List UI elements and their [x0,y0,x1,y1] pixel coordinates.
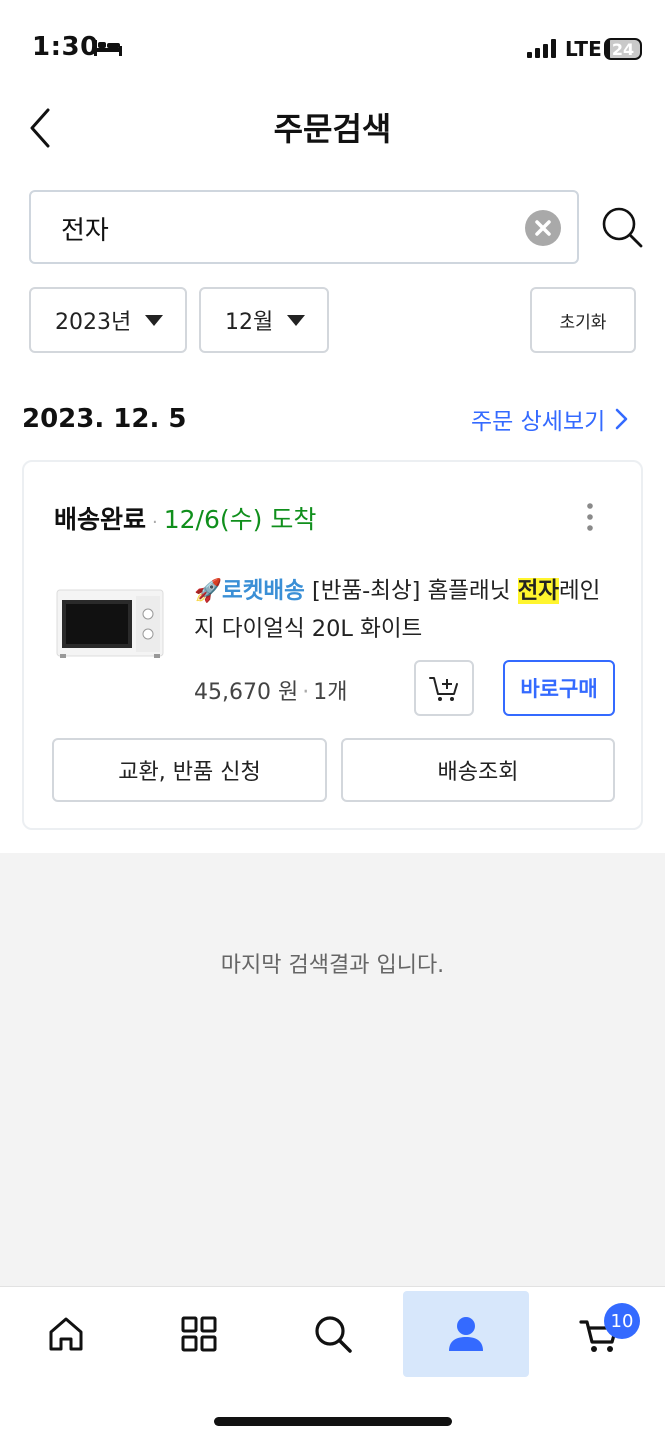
grid-icon [181,1316,217,1352]
person-icon [449,1317,483,1351]
search-input[interactable]: 전자 [29,190,579,264]
nav-search[interactable] [270,1291,396,1377]
delivery-status-row: 배송완료 · 12/6(수) 도착 [54,500,316,536]
month-select-value: 12월 [225,310,274,335]
order-date: 2023. 12. 5 [22,404,187,434]
bottom-nav: 10 [0,1286,665,1441]
rocket-delivery-badge: 로켓배송 [222,578,305,604]
separator-dot: · [302,680,310,705]
nav-my[interactable] [403,1291,529,1377]
signal-icon [527,39,559,58]
caret-down-icon [145,315,163,326]
search-highlight: 전자 [517,578,559,604]
battery-level: 24 [611,39,635,59]
back-icon[interactable] [24,104,60,152]
month-select[interactable]: 12월 [199,287,329,353]
buy-now-button[interactable]: 바로구매 [503,660,615,716]
nav-home[interactable] [3,1291,129,1377]
battery-icon: 24 [604,38,642,60]
product-quantity: 1개 [313,680,348,705]
year-select[interactable]: 2023년 [29,287,187,353]
price-row: 45,670 원 · 1개 [194,674,347,706]
rocket-icon: 🚀 [194,578,223,604]
search-input-value: 전자 [61,216,109,246]
bed-icon [94,40,122,56]
page-title: 주문검색 [273,110,392,148]
add-to-cart-button[interactable] [414,660,474,716]
delivery-tracking-button[interactable]: 배송조회 [341,738,615,802]
status-time: 1:30 [32,32,99,62]
year-select-value: 2023년 [55,310,132,335]
home-icon [49,1317,83,1351]
separator-dot: · [152,512,158,533]
reset-button[interactable]: 초기화 [530,287,636,353]
chevron-right-icon[interactable] [612,406,630,432]
clear-icon[interactable] [525,210,561,246]
microwave-product-image[interactable] [56,588,164,660]
nav-cart[interactable] [536,1291,662,1377]
return-request-button[interactable]: 교환, 반품 신청 [52,738,327,802]
end-of-results-message: 마지막 검색결과 입니다. [220,953,445,978]
nav-category[interactable] [136,1291,262,1377]
search-icon [315,1316,352,1353]
order-detail-link[interactable]: 주문 상세보기 [471,402,605,436]
product-title[interactable]: 🚀로켓배송 [반품-최상] 홈플래닛 전자레인지 다이얼식 20L 화이트 [194,572,614,648]
more-vertical-icon[interactable] [586,502,594,532]
home-indicator [214,1417,452,1426]
caret-down-icon [287,315,305,326]
arrival-date: 12/6(수) 도착 [163,505,317,534]
delivery-status: 배송완료 [54,505,147,534]
results-end-area: 마지막 검색결과 입니다. [0,853,665,1288]
product-price: 45,670 원 [194,680,299,705]
network-label: LTE [565,37,602,61]
cart-count-badge: 10 [604,1303,640,1339]
order-card: 배송완료 · 12/6(수) 도착 🚀로켓배송 [반품-최상] 홈플래닛 전자레인지… [22,460,643,830]
cart-plus-icon [429,677,458,701]
product-title-prefix: [반품-최상] 홈플래닛 [304,578,518,604]
search-icon[interactable] [600,205,644,249]
